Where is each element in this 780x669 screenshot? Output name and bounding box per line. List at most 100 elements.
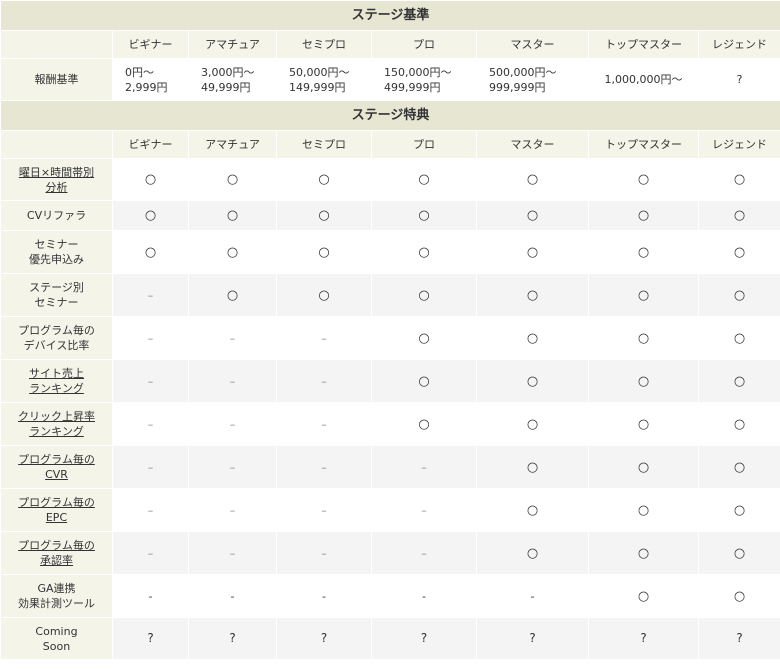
stage-tables: ステージ基準 ビギナー アマチュア セミプロ プロ マスター トップマスター レジェンド 報… — [0, 0, 780, 660]
benefit-label-text[interactable]: サイト売上 — [1, 366, 112, 381]
benefit-row: プログラム毎の 承認率 – – – – ○ ○ ○ — [0, 531, 780, 575]
reward-range-text: 0円～ — [125, 65, 154, 79]
available-mark-icon: ○ — [476, 158, 589, 201]
reward-range-text: 50,000円～ — [289, 65, 350, 79]
benefit-label-link[interactable]: プログラム毎の 承認率 — [0, 531, 113, 575]
available-mark-icon: ○ — [698, 316, 780, 360]
stage-table: ステージ基準 ビギナー アマチュア セミプロ プロ マスター トップマスター レジェンド 報… — [0, 0, 780, 660]
criteria-column-header-row: ビギナー アマチュア セミプロ プロ マスター トップマスター レジェンド — [0, 30, 780, 59]
criteria-title: ステージ基準 — [0, 0, 780, 31]
available-mark-icon: ○ — [476, 359, 589, 403]
benefit-label-text: ステージ別 — [29, 281, 84, 294]
benefit-label-link[interactable]: 曜日×時間帯別 分析 — [0, 158, 113, 201]
stage-header-4: プロ — [371, 30, 477, 59]
unknown-mark: ? — [112, 617, 189, 660]
header-corner-cell — [0, 130, 113, 159]
benefit-label-text[interactable]: クリック上昇率 — [1, 409, 112, 424]
stage-header-2: アマチュア — [188, 130, 277, 159]
available-mark-icon: ○ — [112, 230, 189, 274]
available-mark-icon: ○ — [698, 402, 780, 446]
available-mark-icon: ○ — [276, 158, 372, 201]
benefit-label-link[interactable]: サイト売上 ランキング — [0, 359, 113, 403]
available-mark-icon: ○ — [476, 316, 589, 360]
available-mark-icon: ○ — [588, 200, 699, 231]
reward-range-cell: 1,000,000円～ — [588, 58, 699, 101]
benefit-label-link[interactable]: クリック上昇率 ランキング — [0, 402, 113, 446]
unavailable-dash: - — [188, 574, 277, 618]
available-mark-icon: ○ — [276, 230, 372, 274]
stage-header-7: レジェンド — [698, 130, 780, 159]
available-mark-icon: ○ — [476, 488, 589, 532]
available-mark-icon: ○ — [476, 230, 589, 274]
unavailable-dash: – — [112, 488, 189, 532]
benefit-label-text[interactable]: プログラム毎の — [1, 538, 112, 553]
stage-header-1: ビギナー — [112, 30, 189, 59]
benefit-label-text: プログラム毎の — [18, 324, 95, 337]
benefit-row: セミナー 優先申込み ○ ○ ○ ○ ○ ○ ○ — [0, 230, 780, 274]
unavailable-dash: - — [112, 574, 189, 618]
benefit-label-text[interactable]: 曜日×時間帯別 — [1, 165, 112, 180]
unavailable-dash: – — [276, 402, 372, 446]
unavailable-dash: – — [276, 445, 372, 489]
reward-range-text: 2,999円 — [125, 80, 168, 94]
benefit-label-text[interactable]: ランキング — [1, 424, 112, 439]
reward-range-cell: 50,000円～ 149,999円 — [276, 58, 372, 101]
benefit-label-text[interactable]: EPC — [1, 510, 112, 525]
available-mark-icon: ○ — [276, 273, 372, 317]
benefit-row: クリック上昇率 ランキング – – – ○ ○ ○ ○ — [0, 402, 780, 446]
benefit-row: CVリファラ ○ ○ ○ ○ ○ ○ ○ — [0, 200, 780, 231]
available-mark-icon: ○ — [476, 445, 589, 489]
stage-header-3: セミプロ — [276, 30, 372, 59]
unavailable-dash: – — [112, 273, 189, 317]
reward-range-text: 49,999円 — [201, 80, 251, 94]
benefit-label-text: GA連携 — [37, 582, 76, 595]
available-mark-icon: ○ — [698, 359, 780, 403]
criteria-row: 報酬基準 0円～ 2,999円 3,000円～ 49,999円 50,000円～ 149,9… — [0, 58, 780, 101]
unavailable-dash: – — [276, 488, 372, 532]
unavailable-dash: – — [188, 531, 277, 575]
available-mark-icon: ○ — [698, 488, 780, 532]
available-mark-icon: ○ — [698, 574, 780, 618]
benefit-label-text[interactable]: CVR — [1, 467, 112, 482]
stage-header-5: マスター — [476, 30, 589, 59]
stage-header-7: レジェンド — [698, 30, 780, 59]
unknown-mark: ? — [371, 617, 477, 660]
benefit-label-text: セミナー — [34, 296, 79, 309]
unavailable-dash: – — [371, 531, 477, 575]
benefit-row: 曜日×時間帯別 分析 ○ ○ ○ ○ ○ ○ ○ — [0, 158, 780, 201]
available-mark-icon: ○ — [112, 200, 189, 231]
stage-header-6: トップマスター — [588, 130, 699, 159]
benefit-label-text[interactable]: プログラム毎の — [1, 452, 112, 467]
available-mark-icon: ○ — [112, 158, 189, 201]
benefit-label: CVリファラ — [0, 200, 113, 231]
available-mark-icon: ○ — [371, 316, 477, 360]
available-mark-icon: ○ — [371, 402, 477, 446]
available-mark-icon: ○ — [588, 488, 699, 532]
stage-header-1: ビギナー — [112, 130, 189, 159]
unavailable-dash: – — [188, 402, 277, 446]
unavailable-dash: – — [276, 359, 372, 403]
reward-range-cell: ? — [698, 58, 780, 101]
benefit-label-text: デバイス比率 — [23, 339, 90, 352]
unknown-mark: ? — [276, 617, 372, 660]
stage-header-3: セミプロ — [276, 130, 372, 159]
reward-range-text: 150,000円～ — [384, 65, 452, 79]
available-mark-icon: ○ — [371, 200, 477, 231]
available-mark-icon: ○ — [588, 531, 699, 575]
unavailable-dash: – — [188, 488, 277, 532]
benefit-label-text[interactable]: 分析 — [1, 180, 112, 195]
available-mark-icon: ○ — [698, 445, 780, 489]
available-mark-icon: ○ — [188, 158, 277, 201]
unavailable-dash: – — [188, 316, 277, 360]
available-mark-icon: ○ — [371, 273, 477, 317]
benefits-column-header-row: ビギナー アマチュア セミプロ プロ マスター トップマスター レジェンド — [0, 130, 780, 159]
benefit-label-text: CVリファラ — [26, 209, 87, 222]
benefit-label-link[interactable]: プログラム毎の EPC — [0, 488, 113, 532]
benefit-label-text[interactable]: プログラム毎の — [1, 495, 112, 510]
available-mark-icon: ○ — [188, 273, 277, 317]
unknown-mark: ? — [588, 617, 699, 660]
criteria-section-header: ステージ基準 — [0, 0, 780, 31]
benefit-label-text[interactable]: 承認率 — [1, 553, 112, 568]
benefit-label-text[interactable]: ランキング — [1, 381, 112, 396]
benefit-label-link[interactable]: プログラム毎の CVR — [0, 445, 113, 489]
